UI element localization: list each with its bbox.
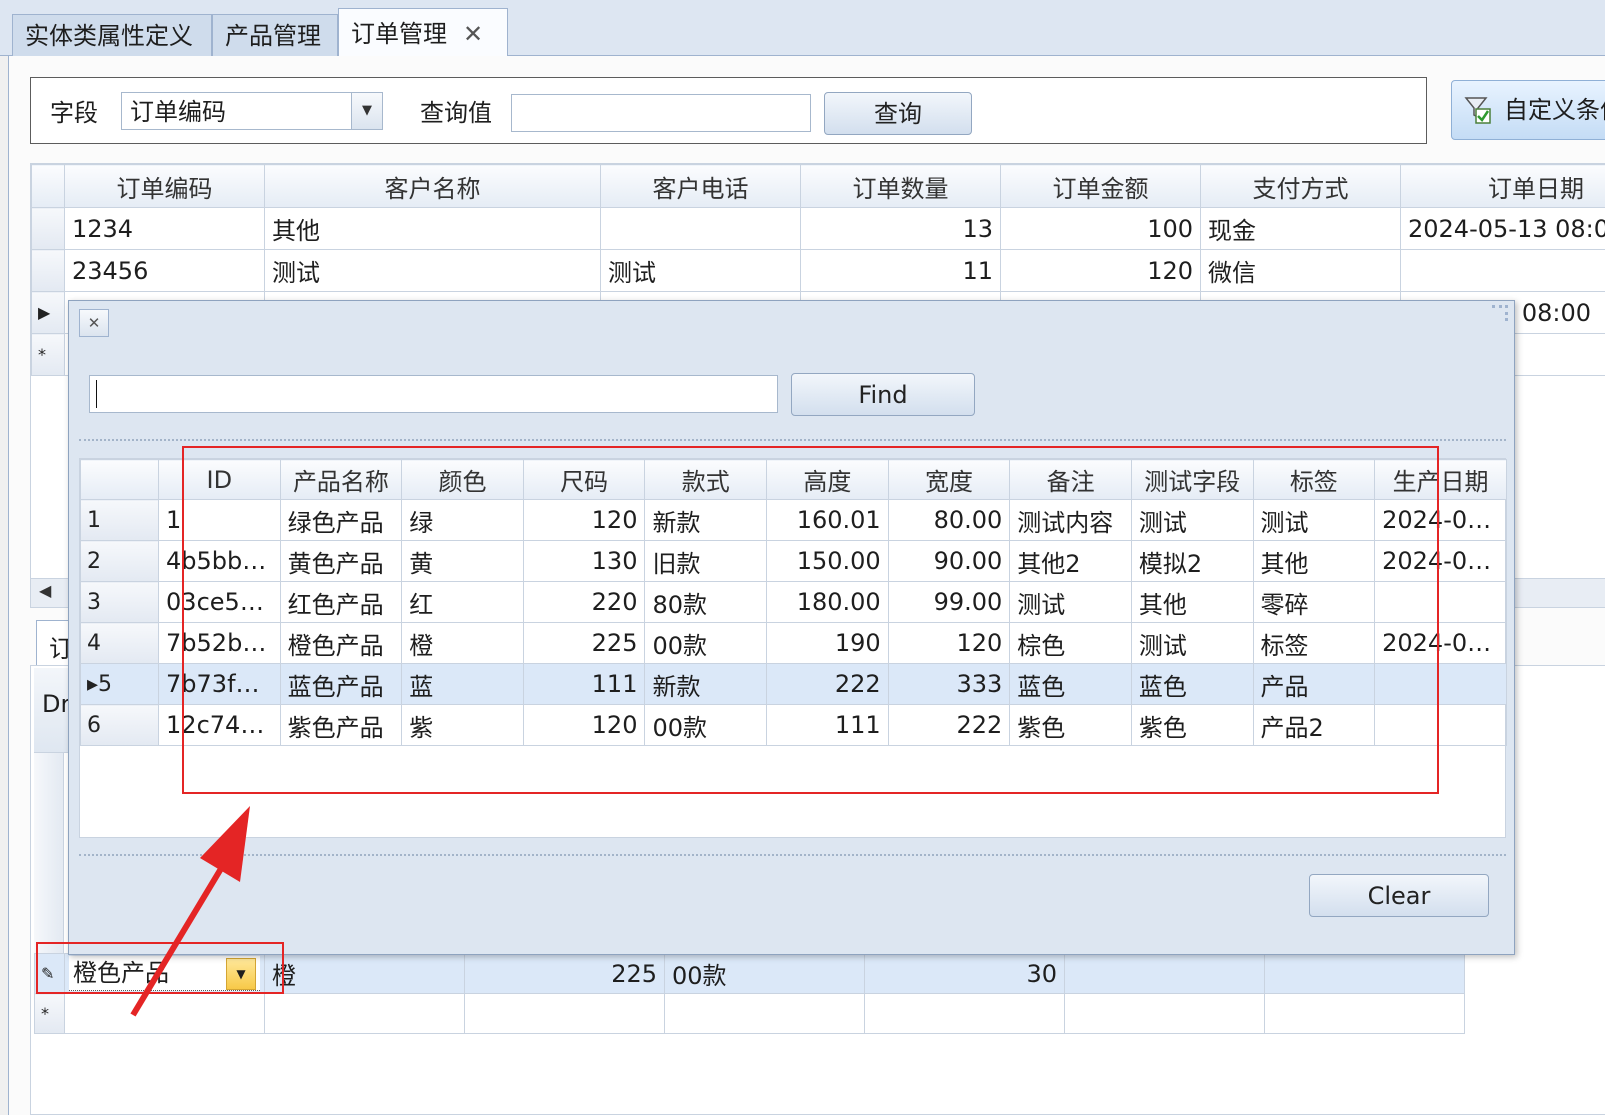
qty-cell[interactable]: 11 — [800, 249, 1001, 292]
table-row[interactable]: 23456 测试 测试 11 120 微信 — [31, 249, 1605, 292]
tab-order-management[interactable]: 订单管理 ✕ — [338, 8, 508, 57]
new-row-icon[interactable]: * — [31, 333, 65, 376]
empty-cell[interactable] — [1264, 953, 1465, 994]
amount-cell[interactable]: 120 — [1000, 249, 1201, 292]
order-code-cell[interactable]: 1234 — [64, 207, 265, 250]
qty-cell[interactable]: 13 — [800, 207, 1001, 250]
phone-cell[interactable] — [600, 207, 801, 250]
row-indicator-header — [79, 459, 160, 500]
column-header[interactable]: 客户电话 — [600, 164, 801, 208]
resize-grip-icon[interactable] — [1492, 305, 1508, 321]
query-input[interactable] — [511, 94, 811, 132]
custom-condition-label: 自定义条件 — [1504, 96, 1605, 124]
row-focus-arrow-icon: ▸ — [87, 671, 99, 697]
column-header[interactable]: 订单编码 — [64, 164, 265, 208]
row-number-label: 1 — [87, 507, 101, 533]
customer-cell[interactable]: 测试 — [264, 249, 601, 292]
row-number[interactable]: ▸5 — [79, 663, 160, 705]
column-header[interactable]: 支付方式 — [1200, 164, 1401, 208]
chevron-down-icon[interactable]: ▼ — [351, 93, 382, 129]
clear-button[interactable]: Clear — [1309, 874, 1489, 917]
size-cell[interactable]: 225 — [464, 953, 665, 994]
row-number[interactable]: 2 — [79, 540, 160, 582]
group-panel-text: Dr — [42, 690, 71, 718]
new-row-icon[interactable]: * — [34, 993, 65, 1034]
empty-cell[interactable] — [1064, 953, 1265, 994]
scroll-left-icon[interactable]: ◀ — [39, 581, 51, 600]
row-number-label: 2 — [87, 548, 101, 574]
text-cursor — [96, 380, 105, 408]
row-number[interactable]: 3 — [79, 581, 160, 623]
value-cell[interactable]: 30 — [864, 953, 1065, 994]
highlight-box-editor — [36, 942, 284, 994]
divider — [79, 439, 1506, 441]
highlight-box-lookup — [182, 446, 1439, 794]
close-icon[interactable]: ✕ — [79, 309, 109, 337]
customer-cell[interactable]: 其他 — [264, 207, 601, 250]
column-header[interactable]: 订单日期 — [1400, 164, 1605, 208]
row-number-label: 6 — [87, 712, 101, 738]
date-cell[interactable] — [1400, 249, 1605, 292]
tab-label: 实体类属性定义 — [25, 22, 193, 50]
phone-cell[interactable]: 测试 — [600, 249, 801, 292]
row-number[interactable]: 4 — [79, 622, 160, 664]
field-select-value: 订单编码 — [130, 98, 226, 126]
table-row[interactable]: 1234 其他 13 100 现金 2024-05-13 08:00 — [31, 207, 1605, 250]
row-number[interactable]: 6 — [79, 704, 160, 746]
row-number-label: 3 — [87, 589, 101, 615]
field-label: 字段 — [50, 99, 98, 127]
field-select[interactable]: 订单编码 ▼ — [121, 92, 383, 130]
column-header[interactable]: 订单金额 — [1000, 164, 1201, 208]
row-indicator[interactable] — [31, 207, 65, 250]
tab-label: 产品管理 — [225, 22, 321, 50]
row-number-label: 5 — [98, 671, 113, 697]
row-number[interactable]: 1 — [79, 499, 160, 541]
lookup-search-input[interactable] — [89, 375, 778, 413]
style-cell[interactable]: 00款 — [664, 953, 865, 994]
column-header[interactable]: 客户名称 — [264, 164, 601, 208]
tab-entity-attributes[interactable]: 实体类属性定义 — [12, 14, 212, 56]
column-header[interactable]: 订单数量 — [800, 164, 1001, 208]
payment-cell[interactable]: 现金 — [1200, 207, 1401, 250]
tab-product-management[interactable]: 产品管理 — [212, 14, 338, 56]
new-row[interactable]: * — [34, 993, 1465, 1034]
query-label: 查询值 — [420, 99, 492, 127]
find-button[interactable]: Find — [791, 373, 975, 416]
color-cell[interactable]: 橙 — [264, 953, 465, 994]
tab-label: 订单管理 — [351, 20, 447, 48]
divider — [79, 854, 1506, 856]
close-tab-icon[interactable]: ✕ — [463, 20, 483, 48]
query-button[interactable]: 查询 — [824, 92, 972, 135]
filter-check-icon — [1464, 97, 1491, 124]
order-code-cell[interactable]: 23456 — [64, 249, 265, 292]
payment-cell[interactable]: 微信 — [1200, 249, 1401, 292]
date-cell[interactable]: 2024-05-13 08:00 — [1400, 207, 1605, 250]
row-focus-arrow-icon[interactable]: ▶ — [31, 291, 65, 334]
row-indicator-header — [31, 164, 65, 208]
row-number-label: 4 — [87, 630, 101, 656]
amount-cell[interactable]: 100 — [1000, 207, 1201, 250]
row-indicator[interactable] — [31, 249, 65, 292]
detail-row-indicators — [34, 753, 64, 953]
orders-header-row: 订单编码 客户名称 客户电话 订单数量 订单金额 支付方式 订单日期 — [31, 164, 1605, 208]
custom-condition-button[interactable]: 自定义条件 — [1451, 80, 1605, 140]
